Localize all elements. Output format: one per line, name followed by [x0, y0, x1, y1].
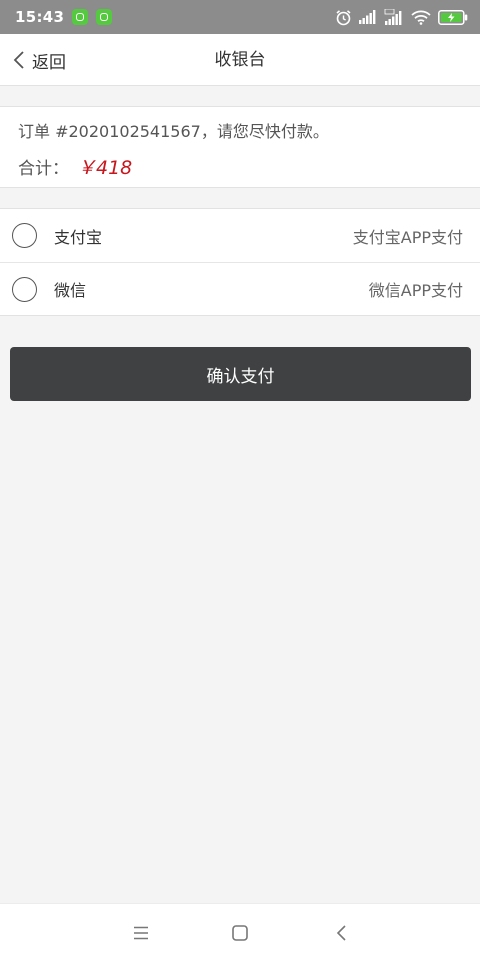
payment-name: 支付宝 [54, 227, 103, 247]
status-time: 15:43 [15, 8, 65, 26]
header: 返回 收银台 [0, 34, 480, 86]
back-button[interactable]: 返回 [12, 34, 66, 86]
chevron-left-icon [13, 51, 24, 69]
alarm-icon [336, 9, 351, 25]
back-icon[interactable] [331, 922, 353, 944]
app-badge-icon [96, 9, 113, 25]
payment-description: 微信APP支付 [368, 281, 463, 300]
status-bar: 15:43 [0, 0, 480, 34]
total-row: 合计： ￥418 [18, 153, 462, 180]
system-nav-bar [0, 903, 480, 960]
order-info-card: 订单 #2020102541567，请您尽快付款。 合计： ￥418 [0, 106, 480, 188]
menu-icon[interactable] [130, 922, 152, 944]
back-label: 返回 [32, 52, 66, 73]
payment-option-wechat[interactable]: 微信 微信APP支付 [0, 262, 480, 315]
page-title: 收银台 [214, 50, 266, 70]
radio-button[interactable] [12, 276, 37, 302]
payment-method-list: 支付宝 支付宝APP支付 微信 微信APP支付 [0, 208, 480, 316]
total-label: 合计： [18, 159, 69, 179]
home-icon[interactable] [229, 922, 251, 944]
status-indicators [335, 9, 468, 26]
app-badge-icon [72, 9, 89, 25]
signal-hd-icon [384, 9, 402, 25]
wifi-icon [411, 10, 431, 25]
confirm-payment-button[interactable]: 确认支付 [10, 347, 471, 401]
payment-option-alipay[interactable]: 支付宝 支付宝APP支付 [0, 209, 480, 262]
payment-name: 微信 [54, 281, 87, 300]
payment-description: 支付宝APP支付 [352, 227, 463, 247]
signal-icon [359, 10, 376, 24]
total-amount: ￥418 [77, 157, 133, 179]
radio-button[interactable] [12, 223, 37, 248]
battery-charging-icon [438, 9, 468, 25]
cashier-page: 15:43 返回 收银台 订单 #2020102541567，请您尽快付款。 合… [0, 0, 480, 960]
order-number-text: 订单 #2020102541567，请您尽快付款。 [18, 122, 329, 141]
